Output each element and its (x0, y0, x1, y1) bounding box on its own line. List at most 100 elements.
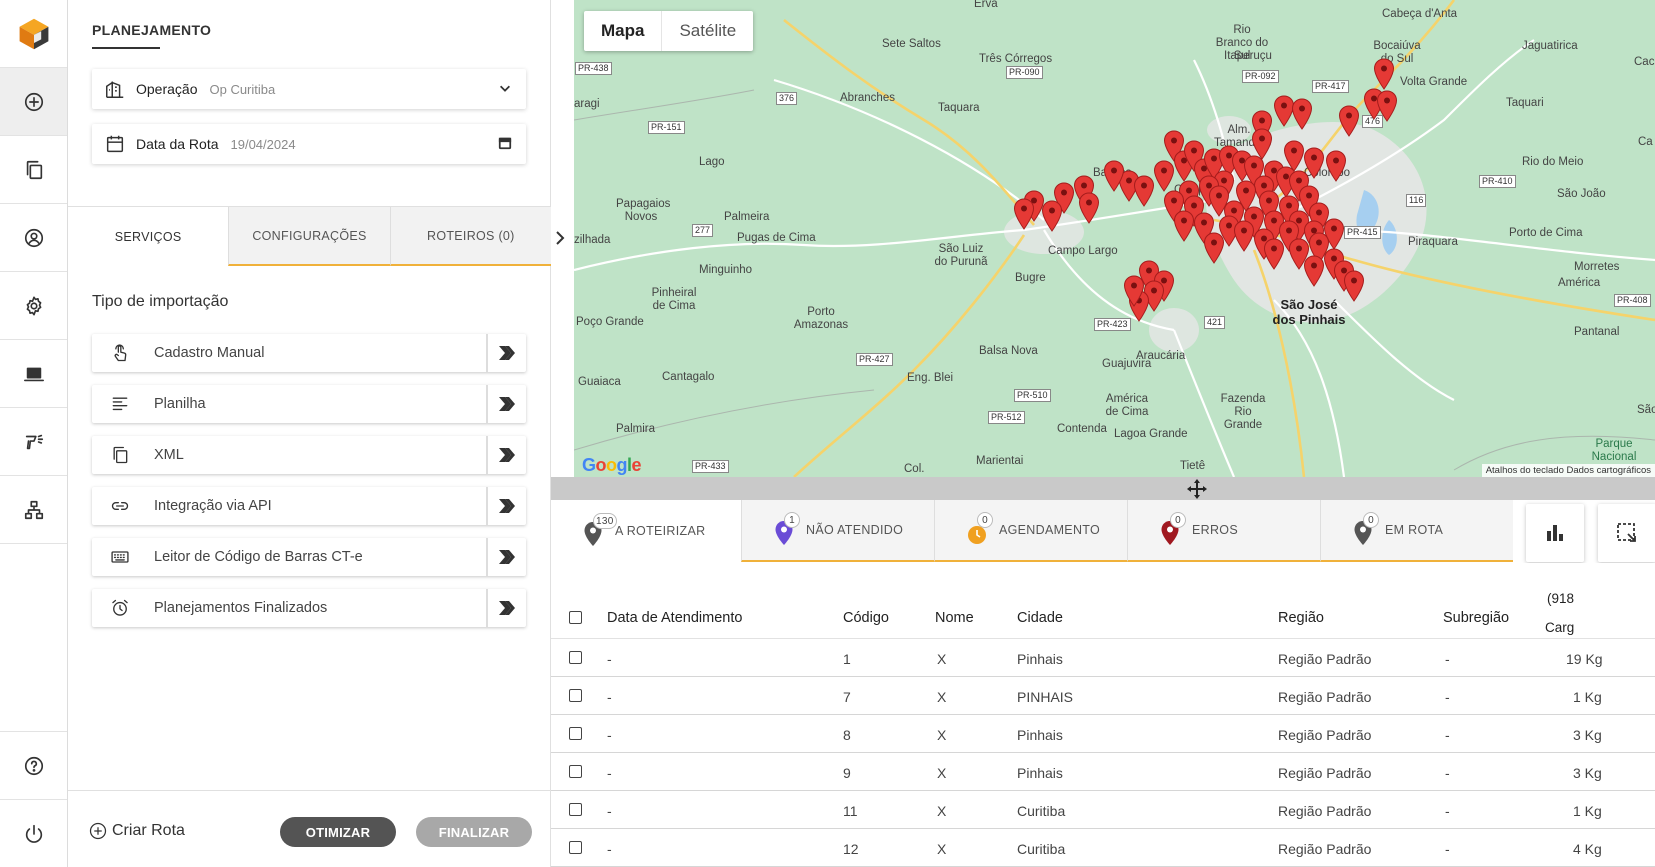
double-chevron-right-icon[interactable] (486, 487, 526, 525)
map-pin-icon[interactable] (1123, 275, 1145, 307)
cell-cidade: PINHAIS (1017, 689, 1074, 705)
col-carga[interactable]: Carg (1545, 620, 1574, 635)
map-type-satelite[interactable]: Satélite (662, 11, 753, 51)
double-chevron-right-icon[interactable] (486, 385, 526, 423)
tab-configuracoes[interactable]: CONFIGURAÇÕES (228, 207, 390, 266)
table-row[interactable]: - 1 X Pinhais Região Padrão - 19 Kg (551, 639, 1655, 677)
map-pin-icon: 130 (583, 513, 617, 546)
map-label: Poço Grande (576, 316, 644, 328)
double-chevron-right-icon[interactable] (486, 538, 526, 576)
col-nome[interactable]: Nome (935, 610, 974, 626)
import-item-xml[interactable]: XML (92, 436, 526, 474)
double-chevron-right-icon[interactable] (486, 334, 526, 372)
import-item-label: Cadastro Manual (154, 345, 265, 361)
map-pin-icon[interactable] (1343, 270, 1365, 302)
nav-hierarchy-button[interactable] (0, 476, 67, 544)
select-all-checkbox[interactable] (569, 611, 582, 624)
google-letter: o (606, 455, 617, 475)
import-item-planilha[interactable]: Planilha (92, 385, 526, 423)
app-logo[interactable] (0, 0, 67, 68)
map-type-mapa[interactable]: Mapa (584, 11, 663, 51)
row-checkbox[interactable] (569, 841, 582, 854)
status-label: EM ROTA (1385, 523, 1444, 537)
import-item-finalizados[interactable]: Planejamentos Finalizados (92, 589, 526, 627)
map-pin-icon[interactable] (1013, 198, 1035, 230)
map-pin-icon[interactable] (1291, 98, 1313, 130)
col-regiao[interactable]: Região (1278, 610, 1324, 626)
operacao-select[interactable]: Operação Op Curitiba (92, 69, 526, 109)
nav-logout-button[interactable] (0, 799, 67, 867)
tab-servicos[interactable]: SERVIÇOS (68, 207, 229, 266)
table-row[interactable]: - 7 X PINHAIS Região Padrão - 1 Kg (551, 677, 1655, 715)
map-pin-icon[interactable] (1153, 160, 1175, 192)
tab-em-rota[interactable]: 0 EM ROTA (1320, 500, 1513, 562)
map-label: aragi (574, 98, 600, 110)
map-pin-icon[interactable] (1376, 90, 1398, 122)
tab-agendamento[interactable]: 0 AGENDAMENTO (934, 500, 1127, 562)
table-row[interactable]: - 12 X Curitiba Região Padrão - 4 Kg (551, 829, 1655, 867)
map-label: Palmira (616, 423, 655, 435)
criar-rota-button[interactable]: Criar Rota (88, 821, 185, 841)
road-shield: PR-512 (988, 411, 1025, 424)
chart-button[interactable] (1526, 504, 1584, 562)
map-label: Cantagalo (662, 371, 715, 383)
services-table: Data de Atendimento Código Nome Cidade R… (551, 563, 1655, 867)
map-pin-icon[interactable] (1373, 58, 1395, 90)
import-item-barcode[interactable]: Leitor de Código de Barras CT-e (92, 538, 526, 576)
map-pin-icon[interactable] (1103, 160, 1125, 192)
collapse-panel-icon[interactable] (554, 230, 568, 248)
map-pin-icon[interactable] (1133, 175, 1155, 207)
double-chevron-right-icon[interactable] (486, 589, 526, 627)
otimizar-button[interactable]: OTIMIZAR (280, 817, 396, 847)
nav-scanner-button[interactable] (0, 408, 67, 476)
data-rota-field[interactable]: Data da Rota 19/04/2024 (92, 124, 526, 164)
table-row[interactable]: - 11 X Curitiba Região Padrão - 1 Kg (551, 791, 1655, 829)
col-data[interactable]: Data de Atendimento (607, 610, 742, 626)
tab-erros[interactable]: 0 ERROS (1127, 500, 1320, 562)
cell-cidade: Curitiba (1017, 841, 1066, 857)
map-label: Taquara (938, 102, 980, 114)
road-shield: PR-417 (1312, 80, 1349, 93)
map-pin-icon[interactable] (1173, 210, 1195, 242)
row-checkbox[interactable] (569, 727, 582, 740)
cell-subregiao: - (1445, 841, 1450, 857)
nav-help-button[interactable] (0, 731, 67, 799)
calendar-picker-icon[interactable] (498, 136, 514, 152)
col-subregiao[interactable]: Subregião (1443, 610, 1509, 626)
row-checkbox[interactable] (569, 803, 582, 816)
map-label: Rio do Meio (1522, 156, 1584, 168)
col-codigo[interactable]: Código (843, 610, 889, 626)
col-cidade[interactable]: Cidade (1017, 610, 1063, 626)
import-item-api[interactable]: Integração via API (92, 487, 526, 525)
import-item-cadastro-manual[interactable]: Cadastro Manual (92, 334, 526, 372)
tab-nao-atendido[interactable]: 1 NÃO ATENDIDO (741, 500, 934, 562)
tab-roteiros[interactable]: ROTEIROS (0) (389, 207, 551, 266)
map-pin-icon[interactable] (1263, 238, 1285, 270)
nav-profile-button[interactable] (0, 204, 67, 272)
table-row[interactable]: - 9 X Pinhais Região Padrão - 3 Kg (551, 753, 1655, 791)
nav-settings-button[interactable] (0, 272, 67, 340)
map-pin-icon[interactable] (1325, 150, 1347, 182)
map-pin-icon[interactable] (1233, 220, 1255, 252)
map-pin-icon[interactable] (1203, 232, 1225, 264)
nav-documents-button[interactable] (0, 136, 67, 204)
row-checkbox[interactable] (569, 651, 582, 664)
map-pin-icon[interactable] (1303, 255, 1325, 287)
resize-splitter[interactable] (551, 477, 1655, 500)
table-row[interactable]: - 8 X Pinhais Região Padrão - 3 Kg (551, 715, 1655, 753)
double-chevron-right-icon[interactable] (486, 436, 526, 474)
cell-codigo: 8 (843, 727, 851, 743)
row-checkbox[interactable] (569, 765, 582, 778)
nav-monitor-button[interactable] (0, 340, 67, 408)
map-view[interactable]: Mapa Satélite Sete Saltos Três Córregos … (574, 0, 1655, 477)
road-shield: PR-151 (648, 121, 685, 134)
nav-add-button[interactable] (0, 68, 67, 136)
tab-a-roteirizar[interactable]: 130 A ROTEIRIZAR (551, 500, 741, 562)
map-pin-icon[interactable] (1078, 192, 1100, 224)
map-attribution[interactable]: Atalhos do teclado Dados cartográficos (1481, 464, 1655, 477)
finalizar-button[interactable]: FINALIZAR (416, 817, 532, 847)
map-label: Balsa Nova (979, 345, 1038, 357)
map-pin-icon[interactable] (1338, 105, 1360, 137)
row-checkbox[interactable] (569, 689, 582, 702)
selection-button[interactable] (1598, 504, 1655, 562)
